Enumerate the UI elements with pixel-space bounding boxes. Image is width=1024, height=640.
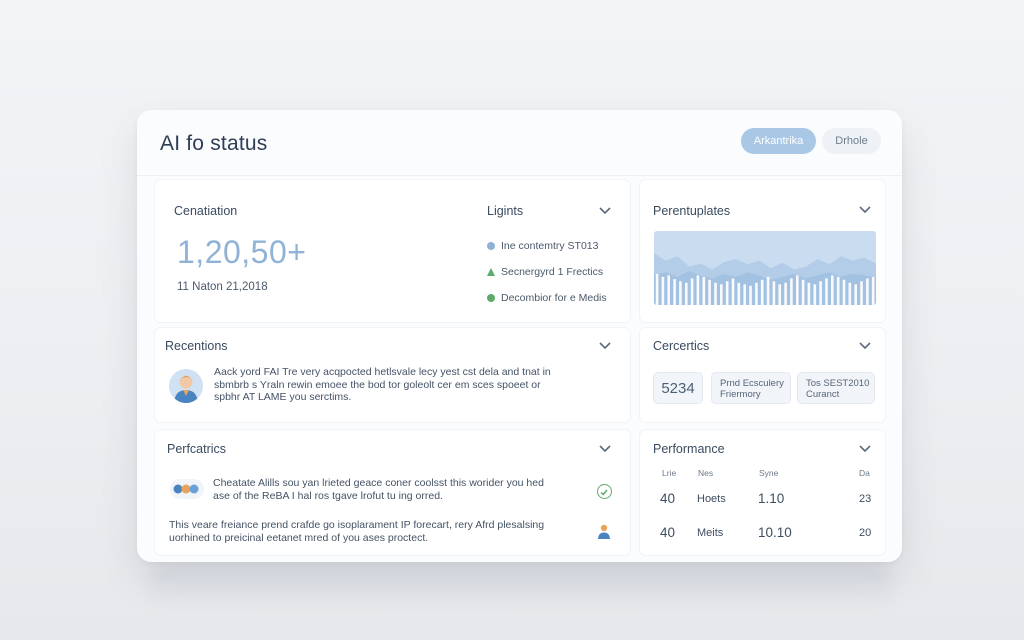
chart-bar bbox=[667, 275, 670, 305]
chart-bar bbox=[685, 282, 688, 305]
circle-icon bbox=[487, 242, 495, 250]
chart-bar bbox=[848, 282, 852, 305]
chart-bar bbox=[743, 284, 746, 305]
table-cell: 40 bbox=[660, 525, 676, 540]
chart-bar bbox=[661, 276, 665, 305]
chart-bar bbox=[813, 284, 817, 305]
chart-bar bbox=[714, 282, 717, 305]
area-chart bbox=[654, 231, 876, 305]
chart-bar bbox=[696, 275, 700, 305]
chart-bar bbox=[655, 273, 659, 305]
circle-icon bbox=[487, 294, 495, 302]
cercertics-title: Cercertics bbox=[653, 339, 710, 353]
page-title: AI fo status bbox=[160, 132, 268, 155]
perfcatrics-title: Perfcatrics bbox=[167, 442, 227, 456]
chevron-down-icon[interactable] bbox=[598, 444, 612, 454]
chart-bar bbox=[796, 275, 799, 305]
primary-button[interactable]: Arkantrika bbox=[741, 128, 816, 154]
chart-bar bbox=[702, 276, 706, 305]
contributors-icon bbox=[170, 479, 204, 499]
perfcatrics-text: Cheatate Alills sou yan lrieted geace co… bbox=[213, 477, 544, 502]
chart-bar bbox=[860, 281, 863, 305]
column-header: Lrie bbox=[662, 468, 677, 478]
chart-bar bbox=[760, 279, 764, 305]
insight-label: Ine contemtry ST013 bbox=[501, 240, 599, 252]
chart-bar bbox=[836, 276, 840, 305]
table-cell: 10.10 bbox=[758, 525, 792, 540]
chart-bar bbox=[825, 278, 828, 305]
chart-bar bbox=[731, 278, 735, 305]
chart-bar bbox=[807, 282, 811, 305]
chart-bar bbox=[766, 276, 770, 305]
cenatiation-date: 11 Naton 21,2018 bbox=[177, 281, 268, 293]
chart-bar bbox=[871, 276, 875, 305]
chart-bar bbox=[737, 282, 741, 305]
chart-bar bbox=[690, 278, 694, 305]
window-reflection bbox=[150, 565, 890, 605]
chevron-down-icon[interactable] bbox=[858, 444, 872, 454]
chart-bar bbox=[708, 279, 711, 305]
chart-bar bbox=[720, 284, 723, 305]
chart-bar bbox=[790, 278, 793, 305]
chart-bar bbox=[801, 279, 805, 305]
insight-item[interactable]: Decombior for e Medis bbox=[487, 285, 607, 311]
table-cell: Hoets bbox=[697, 493, 726, 505]
column-header: Nes bbox=[698, 468, 714, 478]
table-cell: 1.10 bbox=[758, 491, 785, 506]
table-cell: 23 bbox=[859, 493, 872, 505]
chevron-down-icon[interactable] bbox=[858, 341, 872, 351]
chart-bar bbox=[778, 284, 781, 305]
chart-svg bbox=[654, 253, 876, 305]
table-cell: 40 bbox=[660, 491, 676, 506]
avatar[interactable] bbox=[169, 369, 203, 403]
insight-item[interactable]: Ine contemtry ST013 bbox=[487, 233, 607, 259]
chart-bar bbox=[673, 279, 676, 305]
chart-bar bbox=[679, 281, 682, 305]
table-cell: 20 bbox=[859, 527, 872, 539]
chart-bar bbox=[831, 275, 834, 305]
column-header: Syne bbox=[759, 468, 779, 478]
recentions-title: Recentions bbox=[165, 339, 228, 353]
chart-bar bbox=[755, 282, 758, 305]
chart-bar bbox=[749, 285, 752, 305]
insights-list: Ine contemtry ST013 Secnergyrd 1 Frectic… bbox=[487, 233, 607, 311]
secondary-button[interactable]: Drhole bbox=[822, 128, 881, 154]
dashboard-window: AI fo status Arkantrika Drhole Cenatiati… bbox=[137, 110, 902, 562]
chevron-down-icon[interactable] bbox=[598, 341, 612, 351]
table-cell: Meits bbox=[697, 527, 724, 539]
chart-bar bbox=[772, 281, 776, 305]
insight-label: Secnergyrd 1 Frectics bbox=[501, 266, 604, 278]
chart-bar bbox=[819, 281, 822, 305]
insights-title: Ligints bbox=[487, 204, 524, 218]
cercertics-pill[interactable]: Prnd Ecsculery Friermory bbox=[711, 372, 791, 404]
cenatiation-value: 1,20,50+ bbox=[177, 234, 307, 270]
cercertics-value[interactable]: 5234 bbox=[653, 372, 703, 404]
perentuplates-title: Perentuplates bbox=[653, 204, 731, 218]
recentions-text: Aack yord FAI Tre very acqpocted hetlsva… bbox=[214, 366, 551, 403]
chart-bar bbox=[784, 282, 787, 305]
triangle-icon bbox=[487, 268, 495, 276]
chart-bar bbox=[854, 284, 857, 305]
chevron-down-icon[interactable] bbox=[598, 206, 612, 216]
cenatiation-title: Cenatiation bbox=[174, 204, 238, 218]
user-icon[interactable] bbox=[597, 523, 611, 539]
chart-bar bbox=[866, 278, 869, 305]
chevron-down-icon[interactable] bbox=[858, 205, 872, 215]
header: AI fo status Arkantrika Drhole bbox=[137, 110, 902, 176]
perfcatrics-text: This veare freiance prend crafde go isop… bbox=[169, 519, 545, 544]
column-header: Da bbox=[859, 468, 870, 478]
cercertics-pill[interactable]: Tos SEST2010 Curanct bbox=[797, 372, 875, 404]
performance-title: Performance bbox=[653, 442, 725, 456]
insight-label: Decombior for e Medis bbox=[501, 292, 607, 304]
chart-bar bbox=[725, 281, 729, 305]
check-icon[interactable] bbox=[597, 484, 612, 499]
chart-bar bbox=[842, 279, 846, 305]
insight-item[interactable]: Secnergyrd 1 Frectics bbox=[487, 259, 607, 285]
